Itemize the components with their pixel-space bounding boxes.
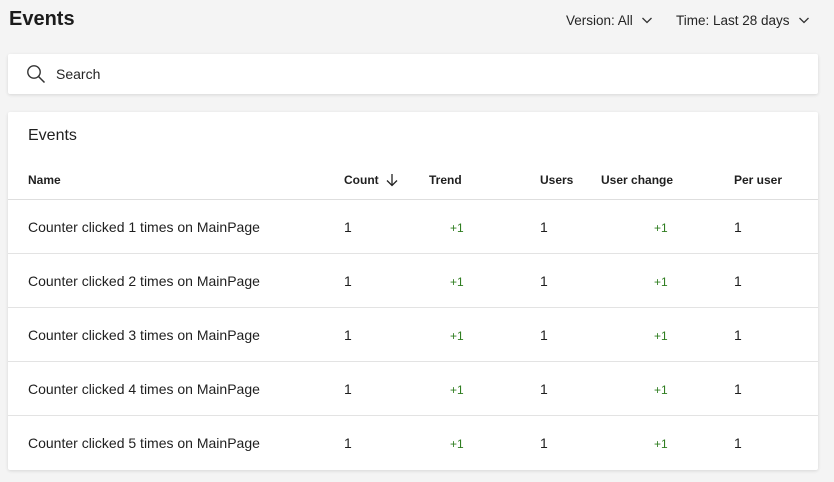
arrow-down-icon [385, 173, 399, 187]
event-name: Counter clicked 2 times on MainPage [28, 273, 260, 289]
event-count: 1 [344, 435, 352, 451]
event-per-user: 1 [734, 273, 742, 289]
event-trend: +1 [450, 437, 464, 451]
event-per-user: 1 [734, 219, 742, 235]
event-count: 1 [344, 219, 352, 235]
event-user-change: +1 [654, 275, 668, 289]
column-header-count[interactable]: Count [344, 172, 399, 188]
event-name: Counter clicked 3 times on MainPage [28, 327, 260, 343]
event-users: 1 [540, 435, 548, 451]
column-header-user-change[interactable]: User change [601, 172, 673, 188]
event-trend: +1 [450, 275, 464, 289]
table-row[interactable]: Counter clicked 3 times on MainPage 1 +1… [8, 308, 818, 362]
search-icon [26, 64, 46, 84]
table-row[interactable]: Counter clicked 5 times on MainPage 1 +1… [8, 416, 818, 470]
column-header-trend[interactable]: Trend [429, 172, 462, 188]
event-name: Counter clicked 5 times on MainPage [28, 435, 260, 451]
event-count: 1 [344, 381, 352, 397]
column-header-count-label: Count [344, 173, 379, 187]
column-header-per-user-label: Per user [734, 173, 783, 187]
version-filter-label: Version: All [566, 12, 633, 28]
event-user-change: +1 [654, 437, 668, 451]
table-row[interactable]: Counter clicked 4 times on MainPage 1 +1… [8, 362, 818, 416]
event-user-change: +1 [654, 329, 668, 343]
column-header-name-label: Name [28, 173, 61, 187]
events-table-body: Counter clicked 1 times on MainPage 1 +1… [8, 200, 818, 470]
time-filter-label: Time: Last 28 days [676, 12, 790, 28]
event-user-change: +1 [654, 383, 668, 397]
event-trend: +1 [450, 329, 464, 343]
column-header-per-user[interactable]: Per user [734, 172, 782, 188]
event-per-user: 1 [734, 435, 742, 451]
event-count: 1 [344, 273, 352, 289]
events-table-header: Name Count Trend Users User change Per u… [8, 166, 818, 200]
column-header-name[interactable]: Name [28, 172, 61, 188]
event-user-change: +1 [654, 221, 668, 235]
version-filter-dropdown[interactable]: Version: All [566, 11, 653, 29]
page-title: Events [9, 8, 75, 30]
events-card: Events Name Count Trend Users User chang… [8, 112, 818, 470]
event-trend: +1 [450, 383, 464, 397]
page-header: Events Version: All Time: Last 28 days [0, 0, 834, 46]
events-page: Events Version: All Time: Last 28 days E… [0, 0, 834, 482]
event-users: 1 [540, 381, 548, 397]
column-header-users[interactable]: Users [540, 172, 573, 188]
events-card-title: Events [28, 127, 77, 144]
chevron-down-icon [641, 14, 653, 26]
column-header-trend-label: Trend [429, 173, 462, 187]
event-per-user: 1 [734, 381, 742, 397]
event-per-user: 1 [734, 327, 742, 343]
column-header-users-label: Users [540, 173, 574, 187]
event-users: 1 [540, 327, 548, 343]
table-row[interactable]: Counter clicked 2 times on MainPage 1 +1… [8, 254, 818, 308]
event-name: Counter clicked 1 times on MainPage [28, 219, 260, 235]
event-users: 1 [540, 273, 548, 289]
search-input[interactable] [56, 59, 796, 89]
time-filter-dropdown[interactable]: Time: Last 28 days [676, 11, 810, 29]
column-header-user-change-label: User change [601, 173, 674, 187]
search-box[interactable] [8, 54, 818, 94]
event-users: 1 [540, 219, 548, 235]
event-trend: +1 [450, 221, 464, 235]
event-name: Counter clicked 4 times on MainPage [28, 381, 260, 397]
chevron-down-icon [798, 14, 810, 26]
table-row[interactable]: Counter clicked 1 times on MainPage 1 +1… [8, 200, 818, 254]
event-count: 1 [344, 327, 352, 343]
